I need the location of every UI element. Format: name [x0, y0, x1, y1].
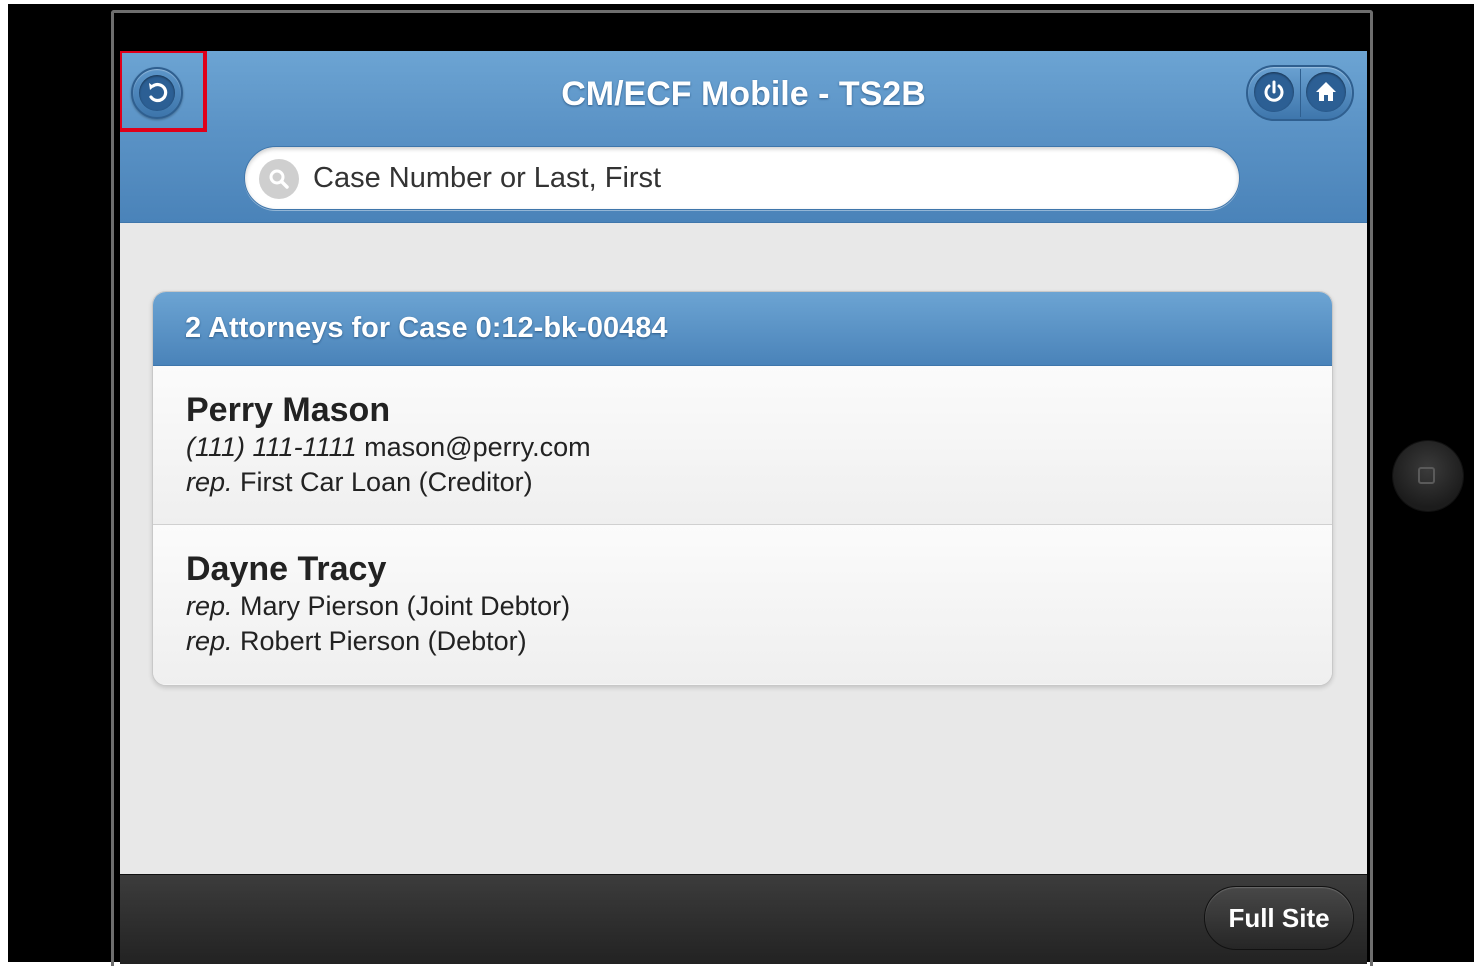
rep-prefix: rep.	[186, 591, 233, 621]
full-site-button[interactable]: Full Site	[1204, 886, 1354, 950]
search-input[interactable]	[313, 155, 1213, 201]
hardware-home-button[interactable]	[1393, 441, 1463, 511]
rep-party: First Car Loan (Creditor)	[240, 467, 533, 497]
attorney-name: Dayne Tracy	[186, 550, 387, 588]
rep-prefix: rep.	[186, 467, 233, 497]
list-item[interactable]: Dayne Tracy rep. Mary Pierson (Joint Deb…	[153, 525, 1332, 684]
list-item[interactable]: Perry Mason (111) 111-1111 mason@perry.c…	[153, 366, 1332, 525]
home-button[interactable]	[1306, 72, 1346, 112]
app-header: CM/ECF Mobile - TS2B	[120, 51, 1367, 223]
attorney-rep: rep. Mary Pierson (Joint Debtor)	[186, 589, 1332, 624]
search-bar	[244, 146, 1240, 210]
square-icon	[1418, 467, 1435, 484]
logout-button[interactable]	[1254, 72, 1294, 112]
attorney-contact: (111) 111-1111 mason@perry.com	[186, 430, 1332, 465]
power-icon	[1264, 80, 1284, 102]
home-icon	[1316, 82, 1336, 101]
rep-party: Mary Pierson (Joint Debtor)	[240, 591, 571, 621]
app-footer: Full Site	[120, 874, 1367, 964]
attorney-rep: rep. Robert Pierson (Debtor)	[186, 624, 1332, 659]
list-heading: 2 Attorneys for Case 0:12-bk-00484	[153, 292, 1332, 366]
attorney-email: mason@perry.com	[364, 432, 591, 462]
attorney-rep: rep. First Car Loan (Creditor)	[186, 465, 1332, 500]
attorney-name: Perry Mason	[186, 391, 391, 429]
search-icon	[259, 159, 299, 199]
page-title: CM/ECF Mobile - TS2B	[561, 75, 926, 113]
app-screen: CM/ECF Mobile - TS2B Case Number or Last…	[120, 51, 1367, 964]
attorney-list: 2 Attorneys for Case 0:12-bk-00484 Perry…	[152, 291, 1333, 686]
rep-prefix: rep.	[186, 626, 233, 656]
header-button-group	[1246, 65, 1354, 121]
rep-party: Robert Pierson (Debtor)	[240, 626, 527, 656]
attorney-phone: (111) 111-1111	[186, 432, 357, 462]
